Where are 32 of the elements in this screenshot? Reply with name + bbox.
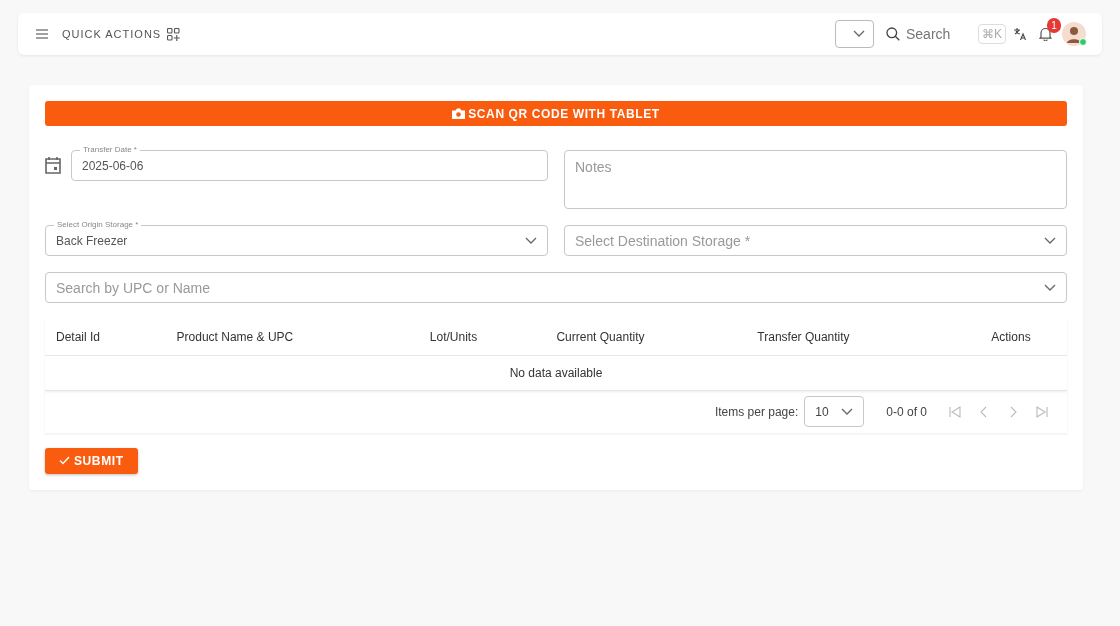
calendar-icon: [45, 156, 61, 174]
items-per-page-select[interactable]: 10: [804, 396, 865, 427]
column-header: Detail Id: [45, 319, 166, 355]
column-header: Product Name & UPC: [165, 319, 419, 355]
translate-icon[interactable]: [1014, 28, 1027, 40]
notification-badge: 1: [1047, 18, 1061, 33]
chevron-down-icon: [841, 407, 854, 416]
chevron-down-icon: [525, 236, 537, 245]
menu-icon[interactable]: [36, 29, 48, 39]
last-page-icon: [1036, 405, 1049, 418]
chevron-down-icon: [853, 30, 865, 38]
avatar[interactable]: [1062, 22, 1086, 46]
notes-field[interactable]: Notes: [564, 150, 1067, 209]
chevron-down-icon: [1044, 236, 1056, 245]
camera-icon: [452, 108, 466, 119]
quick-actions-title[interactable]: QUICK ACTIONS: [62, 28, 162, 40]
column-header: Actions: [954, 319, 1067, 355]
column-header: Lot/Units: [418, 319, 546, 355]
shortcut-hint: ⌘K: [978, 24, 1006, 44]
check-icon: [59, 456, 70, 465]
bell-icon[interactable]: [1039, 27, 1052, 41]
dropdown[interactable]: [835, 20, 874, 48]
items-per-page-label: Items per page:: [714, 404, 799, 419]
search-field[interactable]: Search: [906, 26, 976, 42]
search-icon: [886, 27, 900, 41]
grid-plus-icon[interactable]: [167, 27, 181, 41]
column-header: Current Quantity: [545, 319, 747, 355]
first-page-icon: [949, 405, 962, 418]
page-range: 0-0 of 0: [886, 404, 927, 419]
column-header: Transfer Quantity: [746, 319, 955, 355]
empty-table-message: No data available: [45, 355, 1067, 390]
chevron-down-icon: [1044, 283, 1056, 292]
